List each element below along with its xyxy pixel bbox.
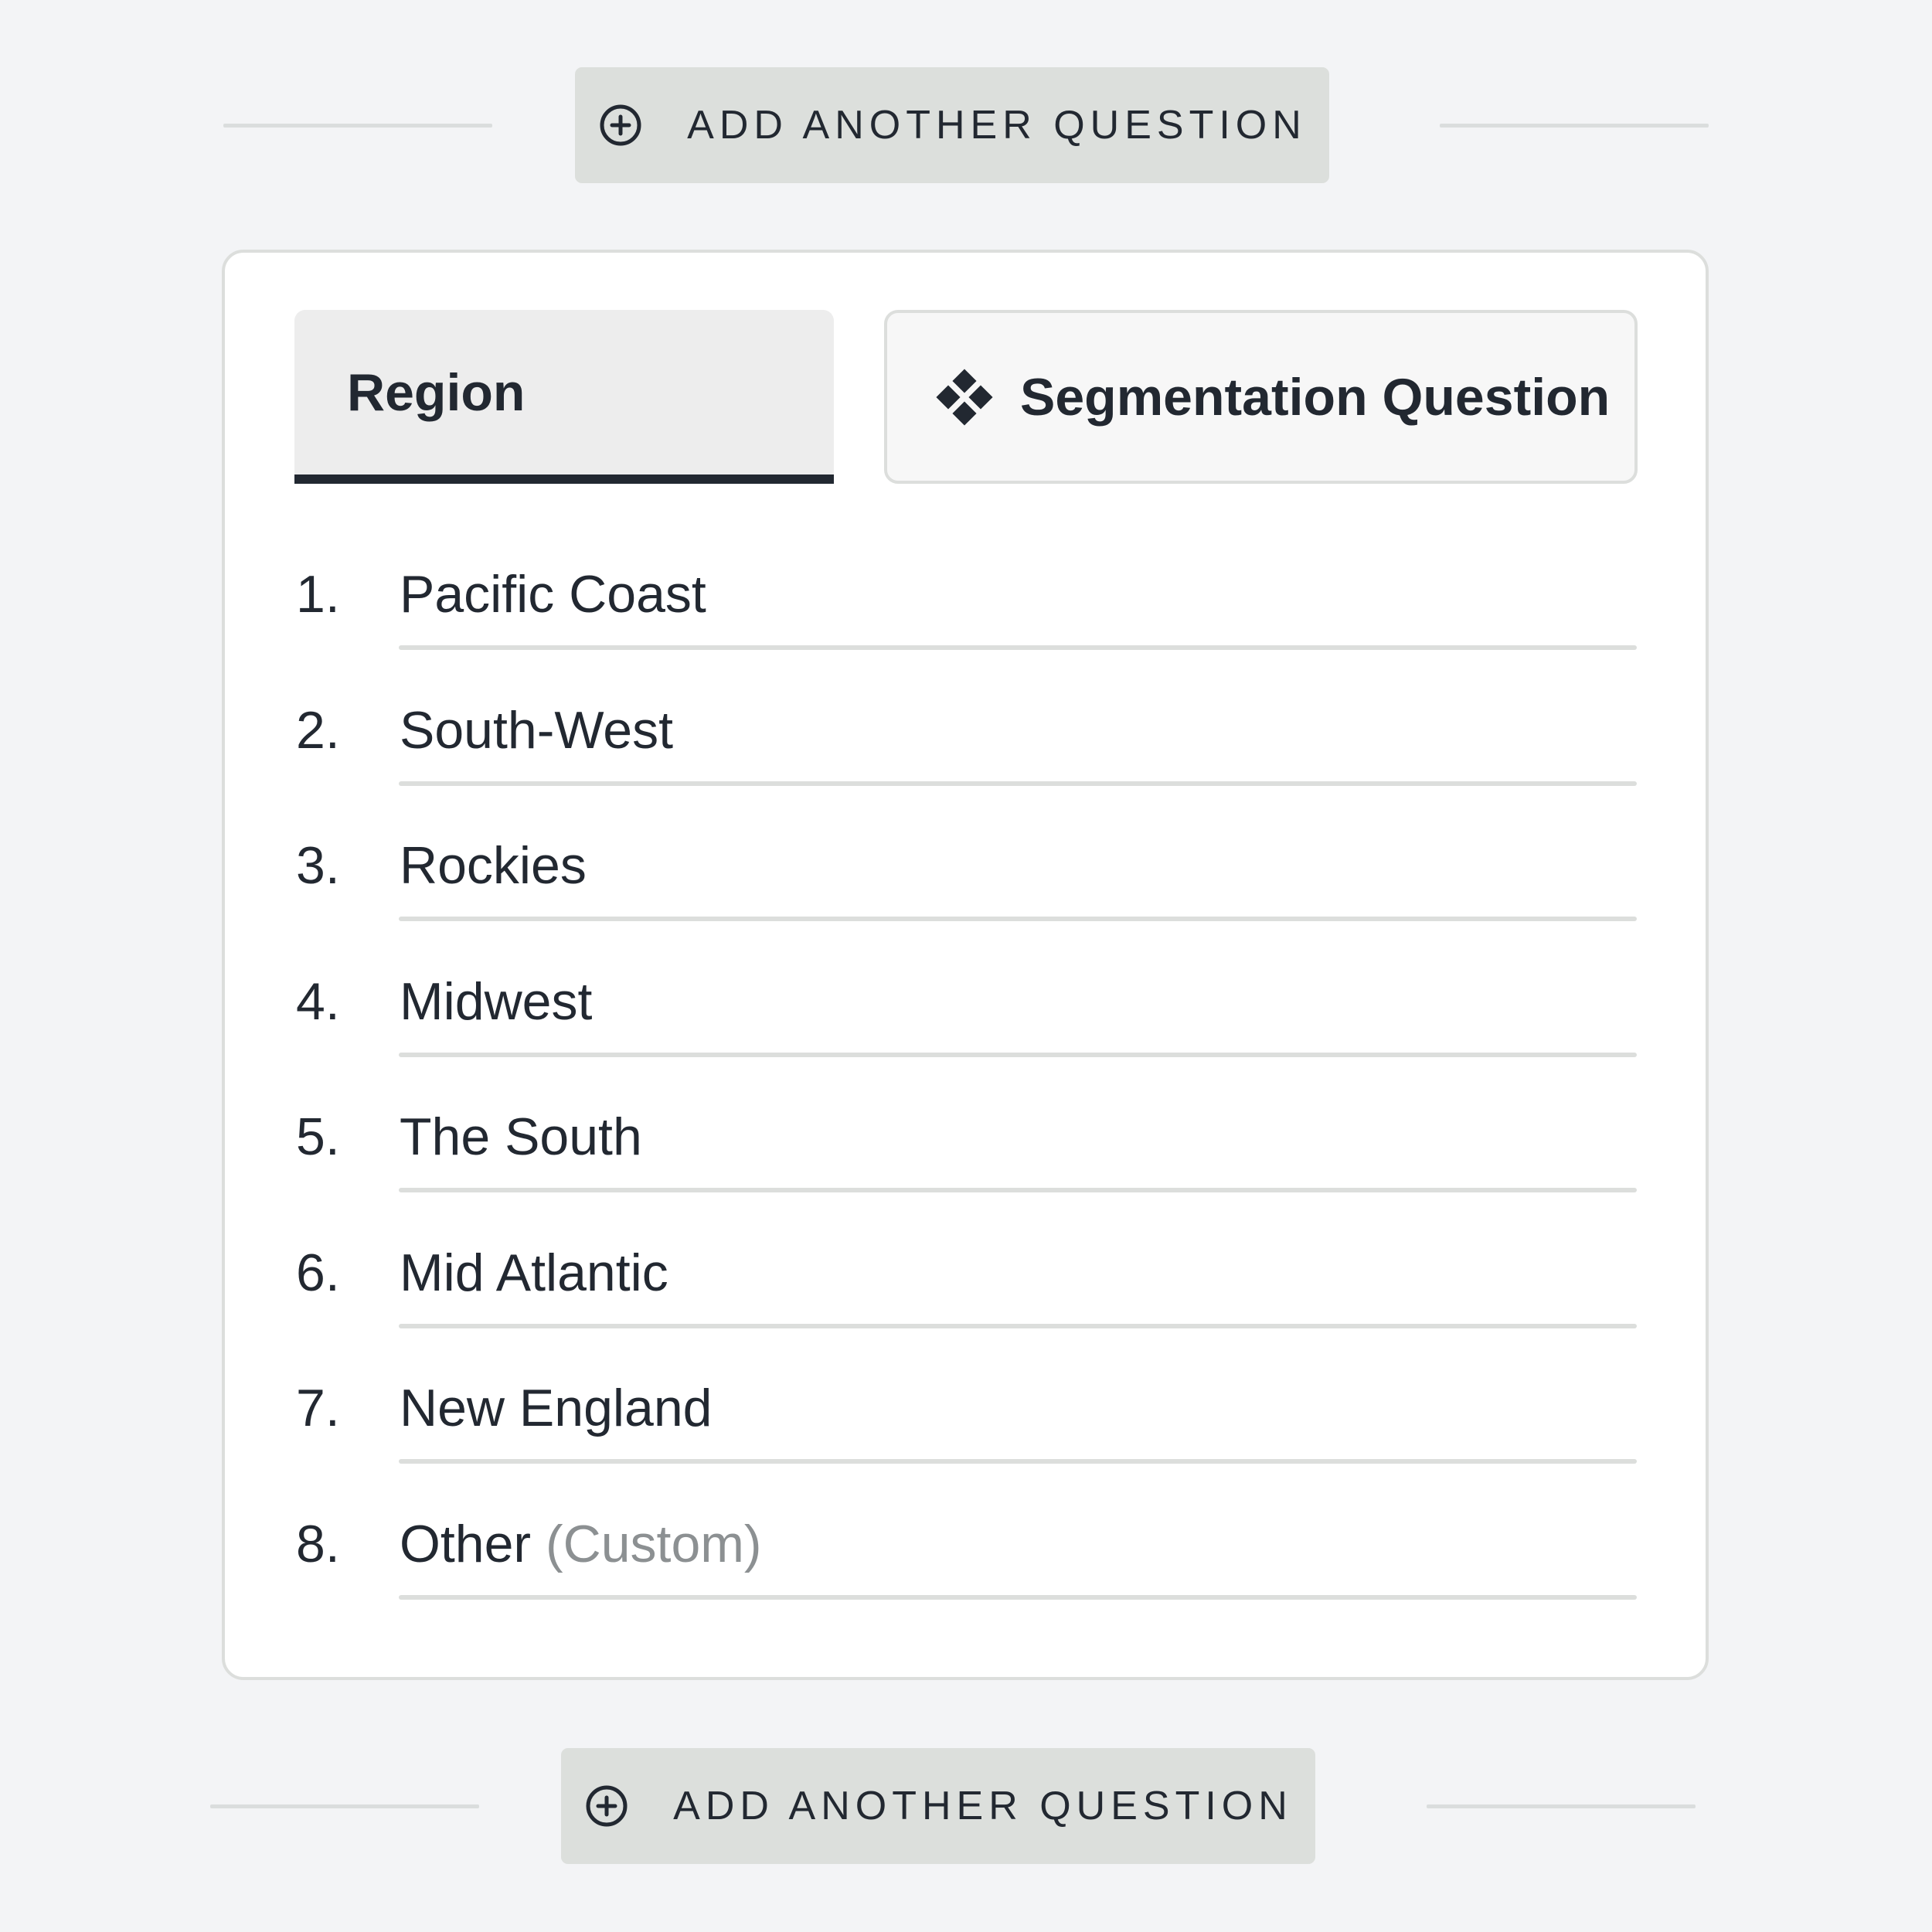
option-underline — [399, 1594, 1637, 1600]
option-label: Rockies — [400, 836, 587, 895]
option-number: 8. — [296, 1514, 340, 1573]
question-type-selector[interactable]: Segmentation Question — [884, 310, 1638, 484]
custom-option-suffix: (Custom) — [545, 1514, 762, 1573]
answer-option[interactable]: 5. The South — [296, 1083, 1637, 1219]
option-underline — [399, 1459, 1637, 1464]
add-another-question-label: ADD ANOTHER QUESTION — [673, 1784, 1293, 1828]
answer-option[interactable]: 4. Midwest — [296, 948, 1637, 1084]
plus-circle-icon — [597, 102, 644, 148]
divider-line — [223, 124, 492, 128]
option-underline — [399, 917, 1637, 921]
option-underline — [399, 1188, 1637, 1192]
option-label-wrapper: Other (Custom) — [400, 1514, 762, 1574]
plus-circle-icon — [583, 1783, 630, 1829]
add-question-row-bottom: ADD ANOTHER QUESTION — [0, 1748, 1932, 1864]
question-name: Region — [347, 362, 526, 422]
answer-option[interactable]: 6. Mid Atlantic — [296, 1219, 1637, 1355]
option-underline — [399, 1323, 1637, 1328]
question-name-tab[interactable]: Region — [294, 310, 834, 484]
option-number: 5. — [296, 1107, 340, 1166]
option-label: New England — [400, 1379, 713, 1437]
answer-option[interactable]: 1. Pacific Coast — [296, 541, 1637, 677]
option-label: South-West — [400, 700, 674, 760]
option-underline — [399, 781, 1637, 786]
add-another-question-label: ADD ANOTHER QUESTION — [687, 103, 1307, 148]
option-number: 1. — [296, 565, 340, 624]
option-label: Pacific Coast — [400, 565, 706, 624]
question-type-label: Segmentation Question — [1020, 367, 1611, 427]
answer-option[interactable]: 7. New England — [296, 1355, 1637, 1491]
answer-option[interactable]: 3. Rockies — [296, 812, 1637, 948]
option-label: Mid Atlantic — [400, 1243, 668, 1302]
answer-option[interactable]: 2. South-West — [296, 677, 1637, 813]
option-label: The South — [400, 1107, 642, 1166]
answer-option-custom[interactable]: 8. Other (Custom) — [296, 1491, 1637, 1627]
segmentation-diamond-icon — [935, 368, 994, 427]
answer-options-list: 1. Pacific Coast 2. South-West 3. Rockie… — [296, 541, 1637, 1626]
add-question-row-top: ADD ANOTHER QUESTION — [0, 67, 1932, 183]
divider-line — [1440, 124, 1709, 128]
option-label: Other — [400, 1514, 532, 1573]
divider-line — [210, 1804, 479, 1808]
option-number: 4. — [296, 971, 340, 1031]
option-underline — [399, 645, 1637, 650]
add-another-question-button-top[interactable]: ADD ANOTHER QUESTION — [575, 67, 1329, 183]
option-underline — [399, 1052, 1637, 1057]
option-label: Midwest — [400, 971, 593, 1031]
option-number: 6. — [296, 1243, 340, 1302]
add-another-question-button-bottom[interactable]: ADD ANOTHER QUESTION — [561, 1748, 1315, 1864]
option-number: 7. — [296, 1379, 340, 1437]
option-number: 3. — [296, 836, 340, 895]
option-number: 2. — [296, 700, 340, 760]
divider-line — [1427, 1804, 1696, 1808]
